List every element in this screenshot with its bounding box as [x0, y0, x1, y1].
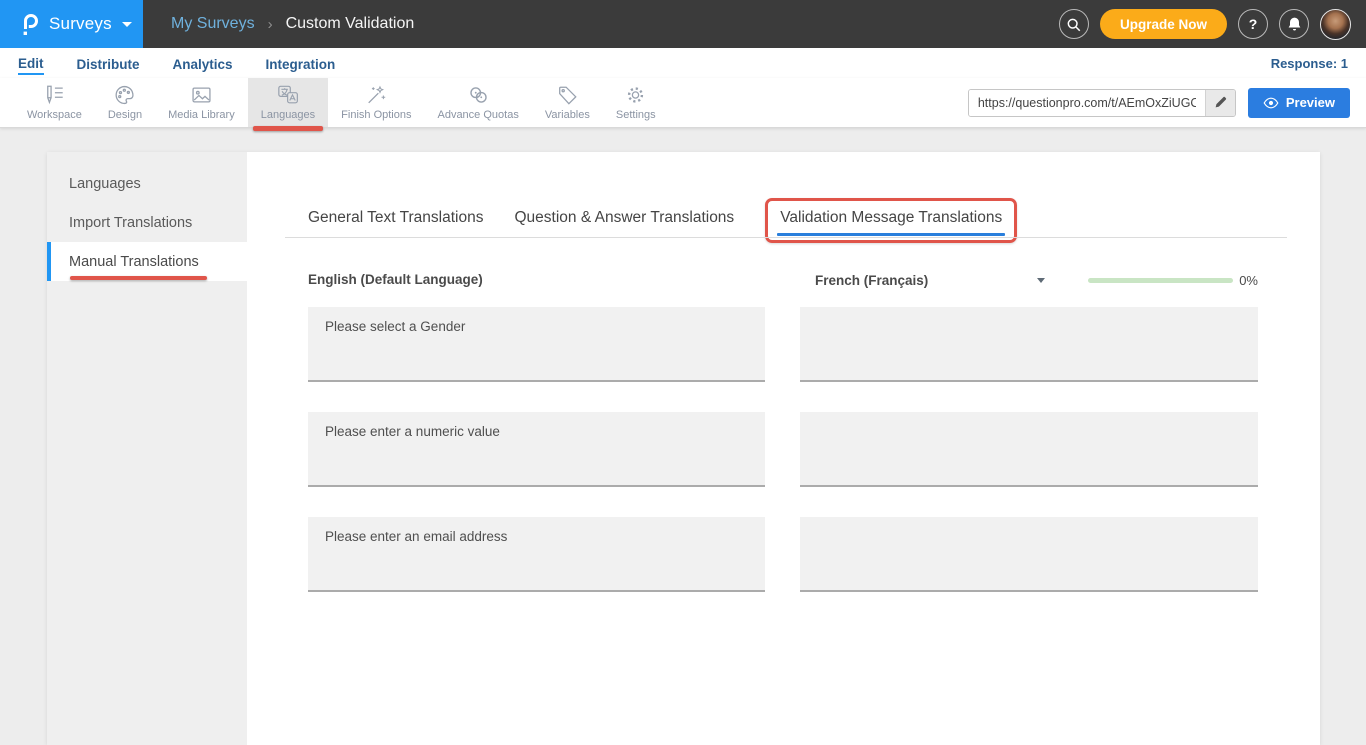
- translations-sidebar: Languages Import Translations Manual Tra…: [47, 152, 247, 745]
- language-header-row: English (Default Language) French (Franç…: [308, 270, 1258, 290]
- sidebar-item-import-translations[interactable]: Import Translations: [47, 203, 247, 242]
- toolbar-item-settings[interactable]: Settings: [603, 78, 669, 127]
- tab-analytics[interactable]: Analytics: [173, 53, 233, 74]
- surveys-menu-button[interactable]: Surveys: [0, 0, 143, 48]
- questionpro-logo-icon: [19, 12, 40, 37]
- tab-question-answer-translations[interactable]: Question & Answer Translations: [514, 209, 734, 227]
- translation-progress-bar: [1088, 278, 1233, 283]
- toolbar-item-label: Design: [108, 109, 142, 121]
- tab-distribute[interactable]: Distribute: [77, 53, 140, 74]
- toolbar-right-actions: Preview: [968, 78, 1366, 127]
- top-header-bar: Surveys My Surveys › Custom Validation U…: [0, 0, 1366, 48]
- translations-card: Languages Import Translations Manual Tra…: [47, 152, 1320, 745]
- toolbar-item-label: Finish Options: [341, 109, 411, 121]
- toolbar-item-advance-quotas[interactable]: Advance Quotas: [424, 78, 531, 127]
- toolbar-item-label: Variables: [545, 109, 590, 121]
- target-text-email-input[interactable]: [800, 517, 1258, 592]
- translation-row: Please select a Gender: [308, 307, 1258, 382]
- preview-button[interactable]: Preview: [1248, 88, 1350, 118]
- source-text-gender[interactable]: Please select a Gender: [308, 307, 765, 382]
- settings-icon: [624, 84, 647, 106]
- notifications-button[interactable]: [1279, 9, 1309, 39]
- breadcrumb-my-surveys-link[interactable]: My Surveys: [171, 15, 255, 33]
- edit-toolbar: Workspace Design Media Library: [0, 78, 1366, 128]
- topbar-actions: Upgrade Now ?: [1059, 9, 1366, 40]
- toolbar-item-variables[interactable]: Variables: [532, 78, 603, 127]
- toolbar-item-languages[interactable]: Languages: [248, 78, 328, 127]
- sidebar-item-label: Manual Translations: [69, 254, 199, 270]
- brand-label: Surveys: [49, 14, 112, 34]
- toolbar-item-media-library[interactable]: Media Library: [155, 78, 248, 127]
- translation-tabs-row: General Text Translations Question & Ans…: [308, 152, 1258, 238]
- help-button[interactable]: ?: [1238, 9, 1268, 39]
- survey-url-box: [968, 89, 1236, 117]
- preview-button-label: Preview: [1286, 95, 1335, 110]
- translation-rows: Please select a Gender Please enter a nu…: [308, 307, 1258, 592]
- sidebar-item-label: Import Translations: [69, 215, 192, 231]
- sidebar-item-languages[interactable]: Languages: [47, 164, 247, 203]
- help-icon: ?: [1249, 16, 1258, 32]
- user-avatar[interactable]: [1320, 9, 1351, 40]
- breadcrumb-separator: ›: [268, 16, 273, 33]
- toolbar-item-label: Workspace: [27, 109, 82, 121]
- sidebar-item-manual-translations[interactable]: Manual Translations: [47, 242, 247, 281]
- search-icon: [1066, 17, 1081, 32]
- pencil-icon: [1214, 96, 1227, 109]
- media-library-icon: [190, 84, 213, 106]
- toolbar-item-label: Media Library: [168, 109, 235, 121]
- annotation-underline-languages: [253, 126, 323, 131]
- source-text-email[interactable]: Please enter an email address: [308, 517, 765, 592]
- survey-section-nav: Edit Distribute Analytics Integration Re…: [0, 48, 1366, 78]
- chevron-down-icon: [1037, 278, 1045, 283]
- target-language-label: French (Français): [815, 273, 928, 288]
- search-button[interactable]: [1059, 9, 1089, 39]
- source-language-label: English (Default Language): [308, 272, 483, 287]
- response-count[interactable]: Response: 1: [1271, 56, 1348, 71]
- workspace-icon: [42, 84, 66, 106]
- toolbar-item-workspace[interactable]: Workspace: [14, 78, 95, 127]
- translation-row: Please enter an email address: [308, 517, 1258, 592]
- toolbar-item-label: Languages: [261, 109, 315, 121]
- finish-options-icon: [365, 84, 388, 106]
- target-text-gender-input[interactable]: [800, 307, 1258, 382]
- target-language-dropdown[interactable]: French (Français): [800, 273, 1045, 288]
- toolbar-item-design[interactable]: Design: [95, 78, 155, 127]
- translation-row: Please enter a numeric value: [308, 412, 1258, 487]
- eye-icon: [1263, 97, 1279, 109]
- chevron-down-icon: [122, 22, 132, 27]
- breadcrumb-current-page: Custom Validation: [286, 15, 415, 33]
- sidebar-item-label: Languages: [69, 176, 141, 192]
- page-background: Languages Import Translations Manual Tra…: [0, 128, 1366, 745]
- upgrade-now-button[interactable]: Upgrade Now: [1100, 9, 1227, 39]
- variables-icon: [556, 84, 579, 106]
- manual-translations-panel: General Text Translations Question & Ans…: [247, 152, 1320, 745]
- toolbar-item-label: Advance Quotas: [437, 109, 518, 121]
- translation-progress-percent: 0%: [1239, 273, 1258, 288]
- languages-icon: [275, 84, 301, 106]
- advance-quotas-icon: [467, 84, 490, 106]
- design-icon: [113, 84, 136, 106]
- target-text-numeric-input[interactable]: [800, 412, 1258, 487]
- bell-icon: [1287, 16, 1302, 32]
- annotation-underline-manual-translations: [70, 276, 207, 280]
- tab-validation-message-translations[interactable]: Validation Message Translations: [765, 198, 1017, 243]
- survey-url-input[interactable]: [969, 90, 1205, 116]
- toolbar-item-finish-options[interactable]: Finish Options: [328, 78, 424, 127]
- tab-edit[interactable]: Edit: [18, 52, 44, 75]
- breadcrumb: My Surveys › Custom Validation: [171, 15, 414, 33]
- tab-integration[interactable]: Integration: [266, 53, 336, 74]
- edit-url-button[interactable]: [1205, 90, 1235, 116]
- source-text-numeric[interactable]: Please enter a numeric value: [308, 412, 765, 487]
- toolbar-item-label: Settings: [616, 109, 656, 121]
- tab-general-text-translations[interactable]: General Text Translations: [308, 209, 483, 227]
